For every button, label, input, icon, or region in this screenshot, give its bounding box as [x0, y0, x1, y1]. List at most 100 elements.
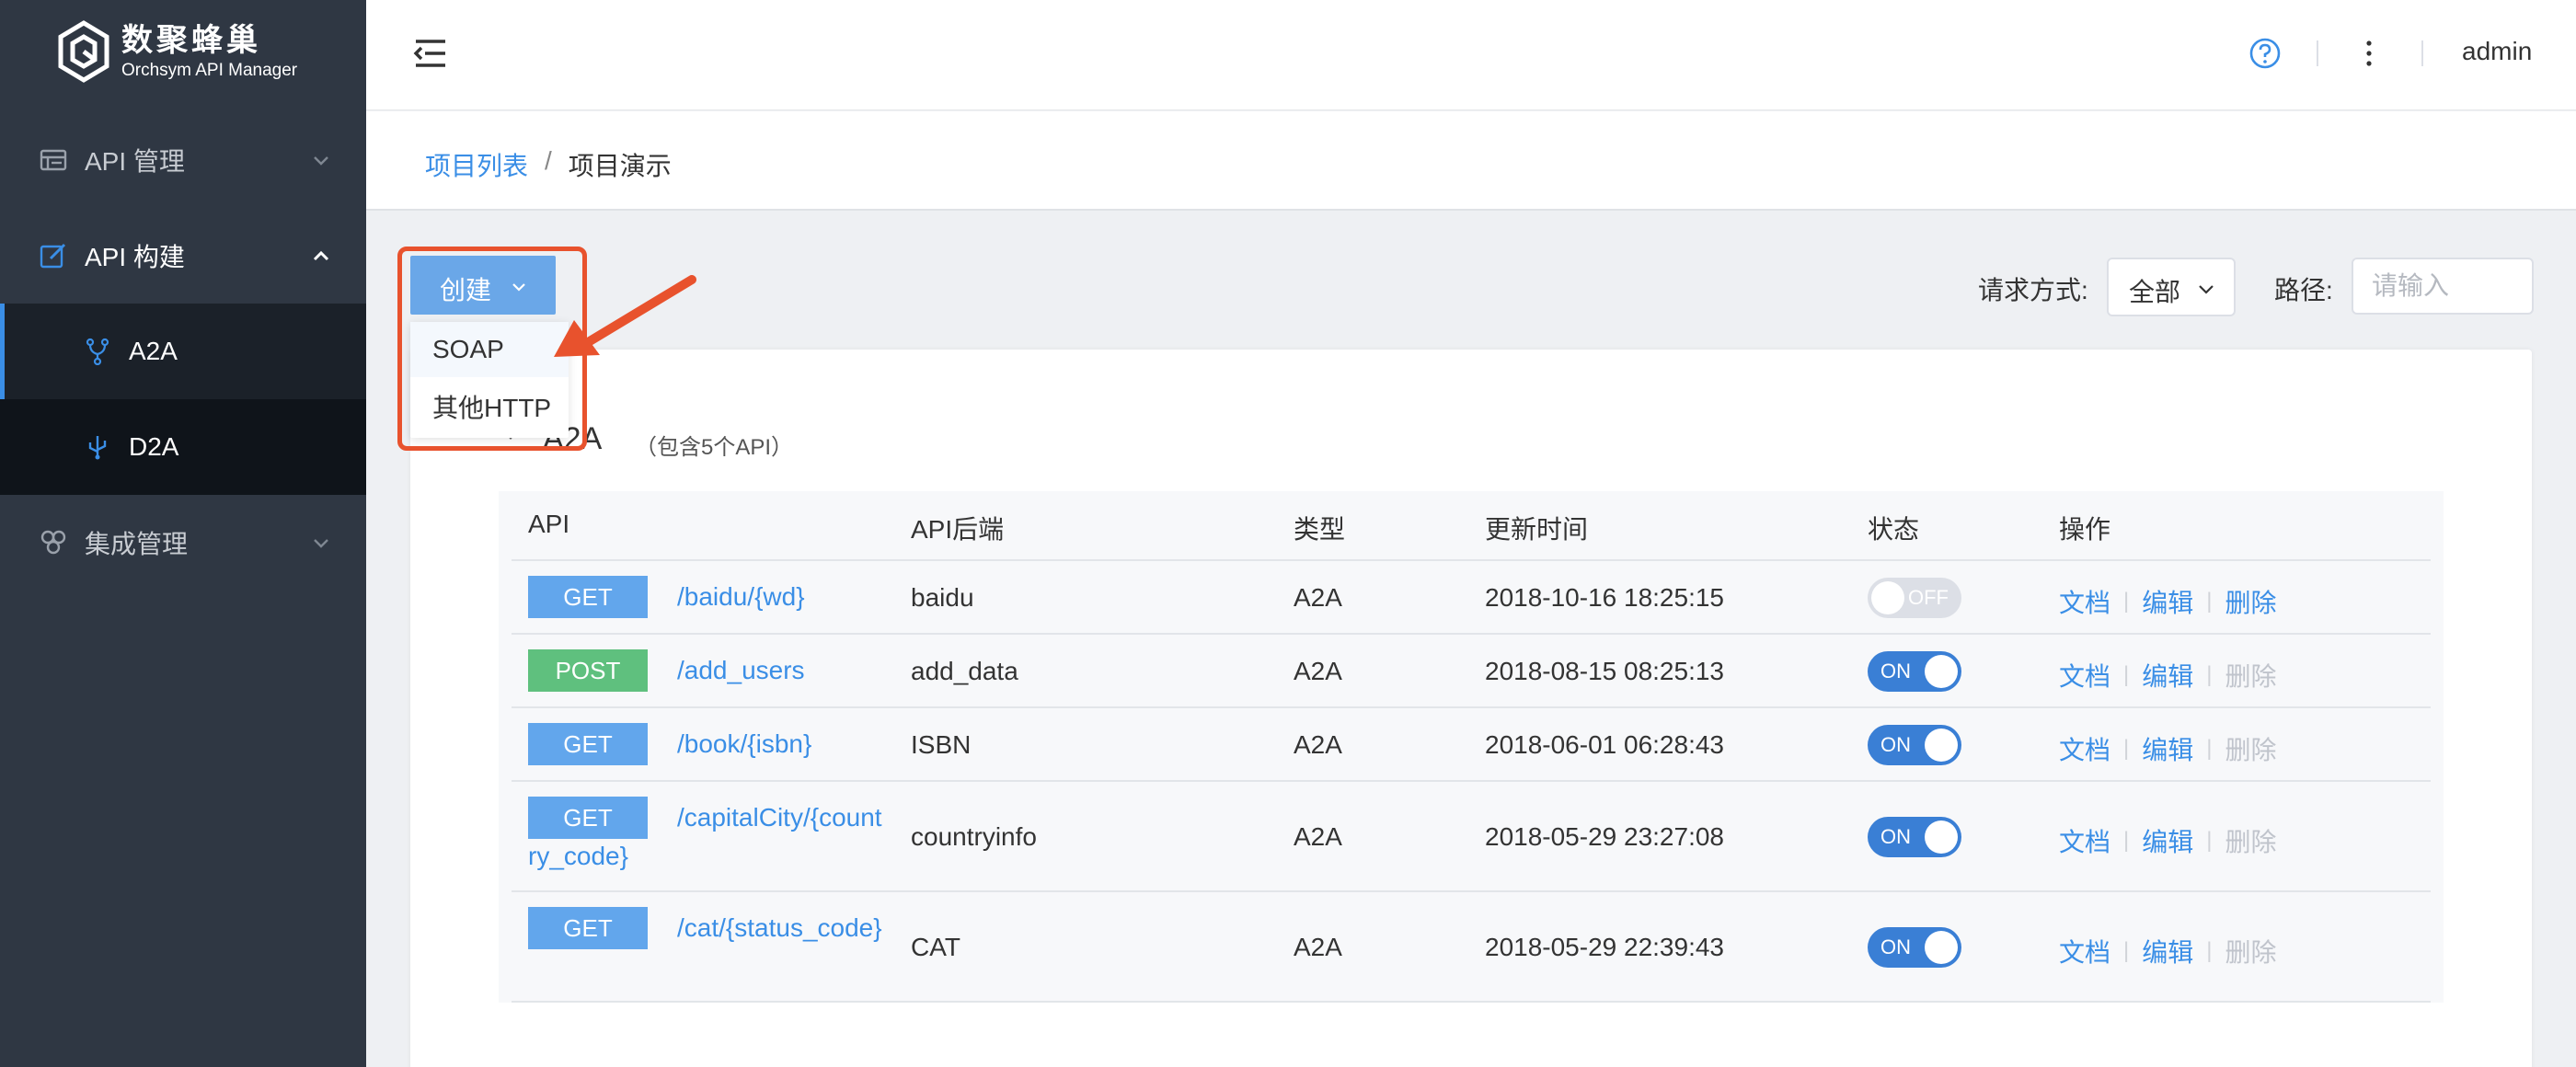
status-toggle[interactable]: OFF: [1868, 578, 1961, 618]
api-path-link[interactable]: /baidu/{wd}: [528, 578, 887, 616]
edit-link[interactable]: 编辑: [2142, 822, 2193, 859]
chevron-down-icon: [2199, 285, 2214, 294]
toggle-knob: [1925, 729, 1958, 762]
integration-icon: [40, 530, 66, 555]
backend-cell: CAT: [911, 933, 960, 961]
edit-link[interactable]: 编辑: [2142, 730, 2193, 767]
row-actions: 文档 | 编辑 | 删除: [2059, 822, 2277, 859]
group-count-note: （包含5个API）: [635, 435, 794, 460]
toggle-label: OFF: [1908, 586, 1949, 609]
sidebar-subitem-a2a[interactable]: A2A: [0, 304, 366, 399]
status-toggle[interactable]: ON: [1868, 927, 1961, 968]
action-separator: |: [2206, 828, 2213, 853]
api-path-link[interactable]: /book/{isbn}: [528, 725, 887, 763]
table-row: GET /capitalCity/{country_code} countryi…: [512, 782, 2431, 890]
column-header: API后端: [911, 515, 1005, 544]
edit-link[interactable]: 编辑: [2142, 933, 2193, 969]
status-toggle[interactable]: ON: [1868, 725, 1961, 765]
path-search-input[interactable]: [2352, 258, 2534, 315]
edit-icon: [40, 243, 66, 269]
top-header: admin: [366, 0, 2576, 110]
status-toggle[interactable]: ON: [1868, 817, 1961, 857]
sidebar-item-integration[interactable]: 集成管理: [0, 495, 366, 591]
delete-link-disabled: 删除: [2225, 938, 2277, 967]
action-separator: |: [2123, 589, 2130, 614]
api-path-link[interactable]: /cat/{status_code}: [528, 909, 887, 947]
create-button-label: 创建: [440, 276, 492, 304]
menu-item-soap[interactable]: SOAP: [410, 322, 569, 377]
action-separator: |: [2206, 938, 2213, 963]
doc-link[interactable]: 文档: [2059, 730, 2110, 767]
method-select-value: 全部: [2129, 278, 2181, 306]
menu-item-other-http[interactable]: 其他HTTP: [410, 381, 569, 436]
doc-link[interactable]: 文档: [2059, 583, 2110, 620]
doc-link[interactable]: 文档: [2059, 822, 2110, 859]
action-separator: |: [2206, 736, 2213, 761]
sidebar-item-api-manage[interactable]: API 管理: [0, 112, 366, 208]
backend-cell: countryinfo: [911, 822, 1037, 851]
list-icon: [40, 149, 67, 171]
sidebar-item-label: API 构建: [85, 243, 185, 271]
column-header: 更新时间: [1485, 515, 1589, 544]
action-separator: |: [2123, 938, 2130, 963]
toggle-label: ON: [1880, 733, 1911, 756]
backend-cell: add_data: [911, 657, 1018, 685]
sidebar-item-api-build[interactable]: API 构建: [0, 208, 366, 304]
usb-icon: [88, 436, 107, 460]
toggle-label: ON: [1880, 660, 1911, 683]
action-separator: |: [2123, 736, 2130, 761]
breadcrumb: 项目列表 / 项目演示: [425, 146, 672, 183]
breadcrumb-current: 项目演示: [568, 152, 672, 180]
breadcrumb-parent-link[interactable]: 项目列表: [425, 146, 528, 183]
chevron-down-icon: [314, 156, 328, 166]
brand-subtitle: Orchsym API Manager: [121, 61, 298, 80]
table-row: GET /baidu/{wd} baidu A2A 2018-10-16 18:…: [512, 561, 2431, 633]
sidebar-item-label: API 管理: [85, 147, 185, 176]
sidebar: 数聚蜂巢 Orchsym API Manager API 管理 API 构建 A…: [0, 0, 366, 1067]
updated-time-cell: 2018-08-15 08:25:13: [1485, 657, 1724, 685]
chevron-down-icon: [314, 539, 328, 548]
row-actions: 文档 | 编辑 | 删除: [2059, 933, 2277, 969]
column-header: 类型: [1294, 515, 1346, 544]
toggle-knob: [1925, 655, 1958, 688]
delete-link[interactable]: 删除: [2225, 583, 2277, 620]
user-name[interactable]: admin: [2462, 37, 2532, 66]
action-separator: |: [2206, 589, 2213, 614]
breadcrumb-separator: /: [545, 146, 552, 175]
delete-link-disabled: 删除: [2225, 662, 2277, 691]
type-cell: A2A: [1294, 822, 1342, 851]
toggle-knob: [1871, 581, 1904, 614]
sidebar-subitem-label: A2A: [129, 337, 178, 365]
table-row: POST /add_users add_data A2A 2018-08-15 …: [512, 635, 2431, 706]
doc-link[interactable]: 文档: [2059, 657, 2110, 694]
create-dropdown-menu: SOAP 其他HTTP: [410, 322, 569, 438]
brand-title: 数聚蜂巢: [121, 23, 261, 58]
action-separator: |: [2123, 828, 2130, 853]
sidebar-subitem-d2a[interactable]: D2A: [0, 399, 366, 495]
breadcrumb-bar: 项目列表 / 项目演示: [366, 111, 2576, 211]
brand-logo[interactable]: 数聚蜂巢 Orchsym API Manager: [57, 20, 297, 83]
menu-fold-icon[interactable]: [412, 37, 449, 70]
doc-link[interactable]: 文档: [2059, 933, 2110, 969]
create-button[interactable]: 创建: [410, 256, 556, 315]
chevron-up-icon: [313, 250, 329, 261]
column-header: 操作: [2059, 515, 2111, 544]
api-path-link[interactable]: /capitalCity/{country_code}: [528, 798, 887, 876]
more-vertical-icon[interactable]: [2364, 37, 2374, 70]
path-filter-label: 路径:: [2274, 276, 2333, 304]
status-toggle[interactable]: ON: [1868, 651, 1961, 692]
action-separator: |: [2206, 662, 2213, 687]
delete-link-disabled: 删除: [2225, 736, 2277, 764]
toggle-label: ON: [1880, 935, 1911, 958]
table-row: GET /cat/{status_code} CAT A2A 2018-05-2…: [512, 892, 2431, 1001]
action-separator: |: [2123, 662, 2130, 687]
help-icon[interactable]: [2248, 37, 2282, 70]
type-cell: A2A: [1294, 583, 1342, 612]
updated-time-cell: 2018-05-29 23:27:08: [1485, 822, 1724, 851]
row-actions: 文档 | 编辑 | 删除: [2059, 730, 2277, 767]
edit-link[interactable]: 编辑: [2142, 583, 2193, 620]
api-path-link[interactable]: /add_users: [528, 651, 887, 690]
updated-time-cell: 2018-10-16 18:25:15: [1485, 583, 1724, 612]
edit-link[interactable]: 编辑: [2142, 657, 2193, 694]
method-select[interactable]: 全部: [2107, 258, 2236, 316]
